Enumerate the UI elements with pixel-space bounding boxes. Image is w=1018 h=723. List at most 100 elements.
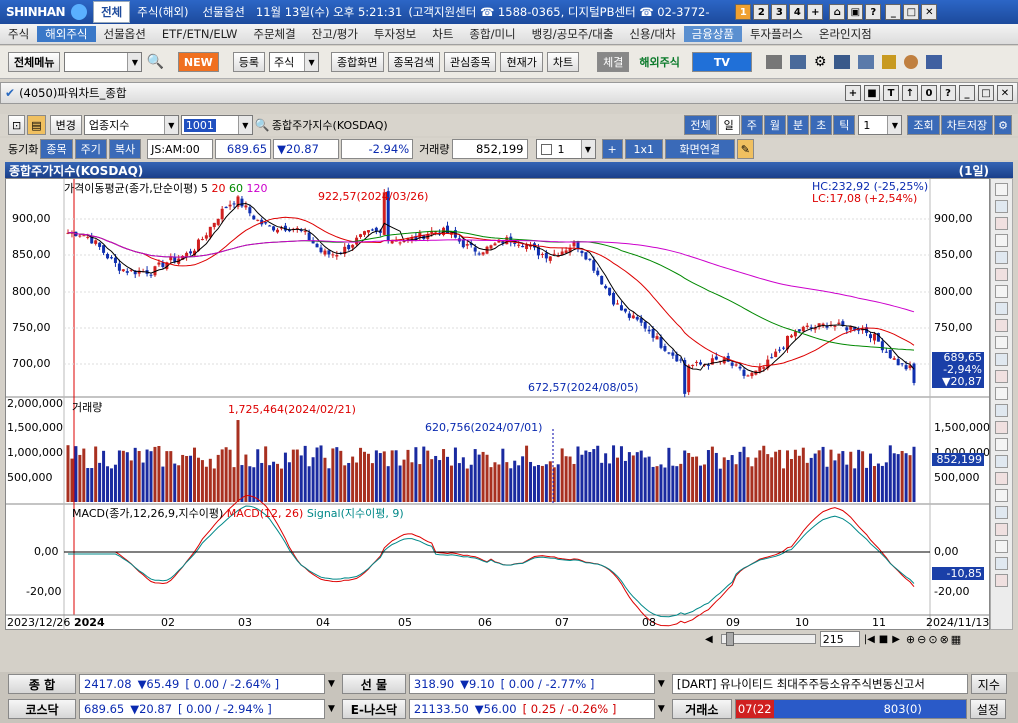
menu-chart[interactable]: 차트 [424, 26, 461, 42]
workspace-1-button[interactable]: 1 [735, 4, 752, 20]
register-button[interactable]: 등록 [232, 52, 266, 72]
zoom-fit-icon[interactable]: ⊗ [940, 633, 949, 646]
menu-etf[interactable]: ETF/ETN/ELW [154, 27, 246, 41]
lookup-button[interactable]: 조회 [907, 115, 940, 135]
dropdown-icon[interactable]: ▼ [328, 704, 335, 714]
dropdown-icon[interactable]: ▼ [658, 704, 665, 714]
copy-button[interactable]: 복사 [108, 139, 142, 159]
menu-stock[interactable]: 주식 [0, 26, 37, 42]
settings-icon[interactable]: ⚙ [814, 54, 827, 70]
person-icon[interactable] [904, 55, 919, 69]
grid-view-icon[interactable]: ▦ [951, 633, 961, 646]
fibo-icon[interactable] [995, 387, 1008, 400]
help-icon[interactable]: ? [865, 4, 882, 20]
save-chart-button[interactable]: 차트저장 [940, 115, 994, 135]
cycle-icon[interactable] [995, 506, 1008, 519]
index-button[interactable]: 지수 [970, 674, 1007, 694]
grid-icon[interactable] [926, 55, 943, 69]
vline-icon[interactable] [995, 455, 1008, 468]
period-all[interactable]: 전체 [684, 115, 717, 135]
kosdaq-ticker[interactable]: 689.65 ▼20.87 [ 0.00 / -2.94% ] [79, 699, 325, 719]
period-count-select[interactable]: 1 ▼ [858, 115, 903, 135]
eraser-icon[interactable] [995, 217, 1008, 230]
trend-icon[interactable] [995, 336, 1008, 349]
new-button[interactable]: NEW [177, 52, 219, 72]
settings-button[interactable]: 설정 [969, 699, 1006, 719]
current-price-button[interactable]: 현재가 [500, 52, 543, 72]
dropdown-icon[interactable]: ▼ [658, 679, 665, 689]
period-week[interactable]: 주 [740, 115, 763, 135]
menu-invest-plus[interactable]: 투자플러스 [742, 26, 811, 42]
brush-icon[interactable] [995, 285, 1008, 298]
workspace-2-button[interactable]: 2 [753, 4, 770, 20]
watchlist-button[interactable]: 관심종목 [444, 52, 497, 72]
pen-icon[interactable]: ✎ [736, 139, 754, 159]
menu-banking[interactable]: 뱅킹/공모주/대출 [524, 26, 622, 42]
chart-svg[interactable] [6, 179, 991, 631]
change-button[interactable]: 변경 [49, 115, 82, 135]
tab-all[interactable]: 전체 [93, 1, 131, 23]
retrace-icon[interactable] [995, 574, 1008, 587]
code-input[interactable]: 1001 ▼ [180, 115, 253, 135]
chevron-down-icon[interactable]: ▼ [237, 116, 252, 134]
maximize-icon[interactable]: □ [978, 85, 994, 101]
menu-info[interactable]: 투자정보 [366, 26, 424, 42]
all-icon[interactable] [995, 234, 1008, 247]
sync-cycle-button[interactable]: 주기 [74, 139, 107, 159]
measure-icon[interactable] [995, 540, 1008, 553]
workspace-add-button[interactable]: + [807, 4, 824, 20]
category-select[interactable]: 업종지수 ▼ [83, 115, 179, 135]
minimize-icon[interactable]: _ [885, 4, 902, 20]
menu-search-combo[interactable]: ▼ [64, 52, 143, 72]
period-day[interactable]: 일 [717, 115, 740, 135]
gann-icon[interactable] [995, 557, 1008, 570]
ray-icon[interactable] [995, 353, 1008, 366]
search-icon[interactable]: 🔍 [146, 54, 163, 70]
count-select[interactable]: 1 ▼ [535, 139, 596, 159]
pencil-icon[interactable] [995, 268, 1008, 281]
arc-icon[interactable] [995, 404, 1008, 417]
hline-icon[interactable] [995, 472, 1008, 485]
chart-area[interactable]: 가격이동평균(종가,단순이평) 5 20 60 120 HC:232,92 (-… [5, 178, 991, 631]
text-icon[interactable]: T [883, 85, 899, 101]
menu-mini[interactable]: 종합/미니 [461, 26, 523, 42]
pin-icon[interactable]: ■ [864, 85, 880, 101]
home-icon[interactable]: ⌂ [829, 4, 846, 20]
stop-icon[interactable]: ■ [879, 634, 888, 645]
tab-futures[interactable]: 선물옵션 [196, 2, 252, 22]
help-icon[interactable]: ? [940, 85, 956, 101]
zigzag-icon[interactable] [995, 523, 1008, 536]
period-minute[interactable]: 분 [787, 115, 810, 135]
menu-balance[interactable]: 잔고/평가 [304, 26, 366, 42]
search-icon[interactable]: 🔍 [255, 118, 270, 132]
crosshair-icon[interactable] [995, 200, 1008, 213]
period-tick[interactable]: 틱 [833, 115, 856, 135]
grid-icon[interactable] [995, 438, 1008, 451]
dropdown-icon[interactable]: ▼ [328, 679, 335, 689]
cursor-icon[interactable] [995, 183, 1008, 196]
news-ticker[interactable]: [DART] 유나이티드 최대주주등소유주식변동신고서 [671, 674, 968, 694]
overseas-stock-link[interactable]: 해외주식 [639, 54, 679, 70]
fill-button[interactable]: 체결 [597, 52, 630, 72]
play-icon[interactable]: ▶ [892, 634, 900, 645]
chevron-down-icon[interactable]: ▼ [887, 116, 902, 134]
zoom-reset-icon[interactable]: ⊙ [928, 633, 937, 646]
ratio-button[interactable]: 1x1 [624, 139, 663, 159]
tab-overseas-stock[interactable]: 주식(해외) [130, 2, 195, 22]
text-icon[interactable] [995, 489, 1008, 502]
add-panel-button[interactable]: + [601, 139, 623, 159]
kospi-ticker[interactable]: 2417.08 ▼65.49 [ 0.00 / -2.64% ] [79, 674, 325, 694]
arrow-icon[interactable] [995, 421, 1008, 434]
folder-icon[interactable]: ▤ [27, 115, 46, 135]
menu-credit[interactable]: 신용/대차 [621, 26, 683, 42]
sync-item-button[interactable]: 종목 [40, 139, 73, 159]
menu-overseas-stock[interactable]: 해외주식 [37, 26, 96, 42]
restore-icon[interactable]: □ [903, 4, 920, 20]
slider-thumb[interactable] [725, 632, 734, 646]
chart-button[interactable]: 차트 [546, 52, 580, 72]
chevron-down-icon[interactable]: ▼ [304, 53, 319, 71]
enasdaq-ticker[interactable]: 21133.50 ▼56.00 [ 0.25 / -0.26% ] [408, 699, 655, 719]
asset-type-select[interactable]: 주식 ▼ [269, 52, 320, 72]
menu-online-branch[interactable]: 온라인지점 [811, 26, 880, 42]
close-icon[interactable]: ✕ [997, 85, 1013, 101]
